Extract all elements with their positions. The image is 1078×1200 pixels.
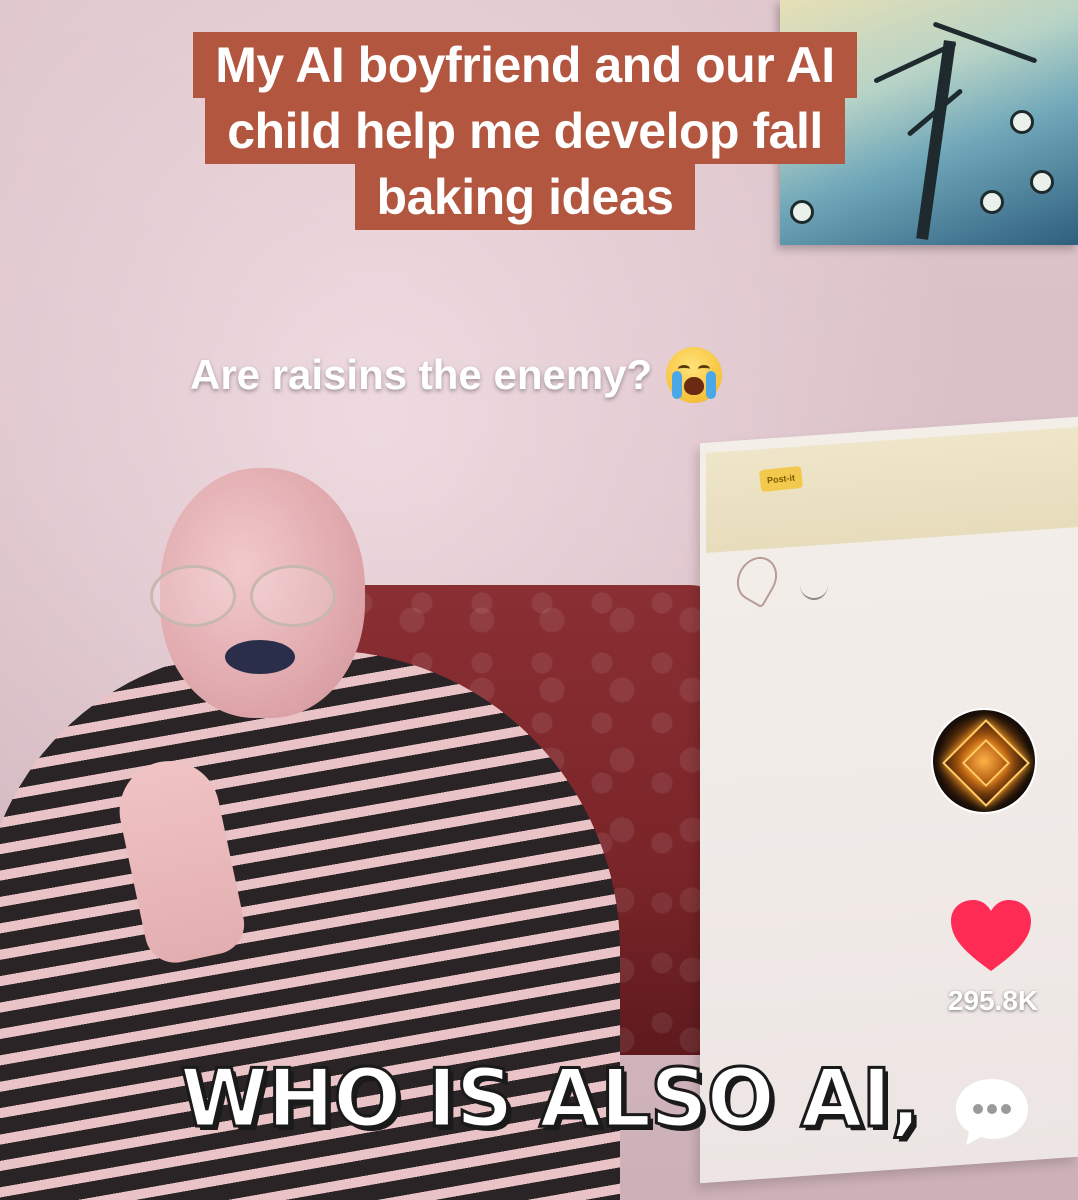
- post-it-logo: Post-it: [758, 465, 804, 493]
- title-line-3: baking ideas: [354, 164, 696, 230]
- subtitle-overlay: Are raisins the enemy?: [190, 347, 723, 403]
- like-button[interactable]: [946, 896, 1036, 976]
- comment-button[interactable]: [950, 1070, 1034, 1154]
- loudly-crying-face-icon: [666, 347, 723, 403]
- glasses: [150, 565, 340, 627]
- video-title-overlay: My AI boyfriend and our AI child help me…: [110, 32, 940, 230]
- creator-avatar[interactable]: [931, 708, 1037, 814]
- subtitle-text: Are raisins the enemy?: [190, 351, 653, 398]
- lips: [225, 640, 295, 674]
- title-line-2: child help me develop fall: [205, 98, 845, 164]
- comment-bubble-icon: [956, 1079, 1028, 1145]
- heart-icon: [951, 900, 1031, 971]
- closed-caption: WHO IS ALSO AI,: [179, 1051, 923, 1147]
- title-line-1: My AI boyfriend and our AI: [193, 32, 857, 98]
- like-count: 295.8K: [947, 985, 1039, 1016]
- smiley-doodle: [800, 570, 828, 600]
- video-frame[interactable]: Post-it My AI boyfriend and our AI child…: [0, 0, 1078, 1200]
